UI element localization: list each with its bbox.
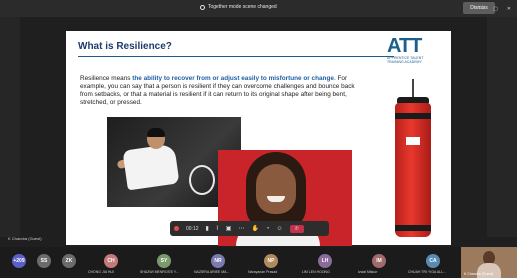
meeting-timer: 00:12 <box>186 225 199 232</box>
raise-hand-icon[interactable]: ✋ <box>251 225 258 232</box>
participant-avatar[interactable]: SY <box>157 254 171 268</box>
notification-text: Together mode scene changed <box>208 4 277 10</box>
self-view-name: K Chandra (Guest) <box>464 272 494 276</box>
participant-avatar[interactable]: IM <box>372 254 386 268</box>
body-emphasis: the ability to recover from or adjust ea… <box>132 75 334 82</box>
window-controls: — ▢ ✕ <box>479 6 511 12</box>
presenter-label: K Chandra (Guest) <box>8 236 42 241</box>
recording-icon <box>174 226 179 231</box>
att-logo: ATT APPRENTICE TALENT TRAINING ACADEMY <box>387 35 437 64</box>
slide-body: Resilience means the ability to recover … <box>80 75 362 107</box>
chat-icon[interactable]: ◔ <box>266 226 270 232</box>
leave-call-button[interactable]: ✆ <box>289 224 304 233</box>
self-view-video[interactable]: K Chandra (Guest) <box>461 247 517 278</box>
title-divider <box>78 56 394 57</box>
more-participants-badge[interactable]: +209 <box>12 254 26 268</box>
participants-icon[interactable]: ☺ <box>277 226 283 232</box>
more-options-icon[interactable]: ⋯ <box>238 225 244 232</box>
participant-name: Izwal Miskor <box>358 270 378 274</box>
punching-bag-image <box>392 79 434 239</box>
participant-avatar[interactable]: CA <box>426 254 440 268</box>
close-icon[interactable]: ✕ <box>507 6 511 12</box>
minimize-icon[interactable]: — <box>479 6 484 12</box>
participant-name: NAZIERA ARIEE MA... <box>194 270 230 274</box>
participant-name: CHONG JIA HUI <box>88 270 114 274</box>
participant-avatar[interactable]: SS <box>37 254 51 268</box>
participant-avatar[interactable]: NP <box>264 254 278 268</box>
participant-avatar[interactable]: CH <box>104 254 118 268</box>
microphone-icon[interactable]: ⌇ <box>216 225 219 232</box>
participant-avatar[interactable]: LH <box>318 254 332 268</box>
participant-strip: +209 SS ZK CH CHONG JIA HUI SY SHAZWI ME… <box>0 247 517 278</box>
notification-banner: Together mode scene changed <box>200 4 277 10</box>
shared-slide: What is Resilience? ATT APPRENTICE TALEN… <box>66 31 451 246</box>
share-screen-icon[interactable]: ▣ <box>226 225 232 232</box>
participant-avatar[interactable]: NR <box>211 254 225 268</box>
participant-name: LIM LEN HOONG <box>302 270 330 274</box>
participant-name: CHUAH TRI YIGA ALL... <box>408 270 446 274</box>
logo-mark: ATT <box>387 35 422 57</box>
logo-tagline: APPRENTICE TALENT TRAINING ACADEMY <box>387 56 424 64</box>
slide-title: What is Resilience? <box>78 41 172 52</box>
participant-name: SHAZWI MENROS'E Y... <box>140 270 179 274</box>
right-stage-margin <box>487 17 517 237</box>
meeting-control-bar: 00:12 ▮ ⌇ ▣ ⋯ ✋ ◔ ☺ ✆ <box>170 221 329 236</box>
participant-avatar[interactable]: ZK <box>62 254 76 268</box>
maximize-icon[interactable]: ▢ <box>493 6 498 12</box>
top-bar: Together mode scene changed Dismiss — ▢ … <box>0 0 517 17</box>
body-prefix: Resilience means <box>80 75 133 82</box>
participant-name: Narayanan Prasad <box>248 270 278 274</box>
info-icon <box>200 4 205 10</box>
camera-icon[interactable]: ▮ <box>206 225 209 232</box>
left-stage-margin <box>0 17 20 237</box>
